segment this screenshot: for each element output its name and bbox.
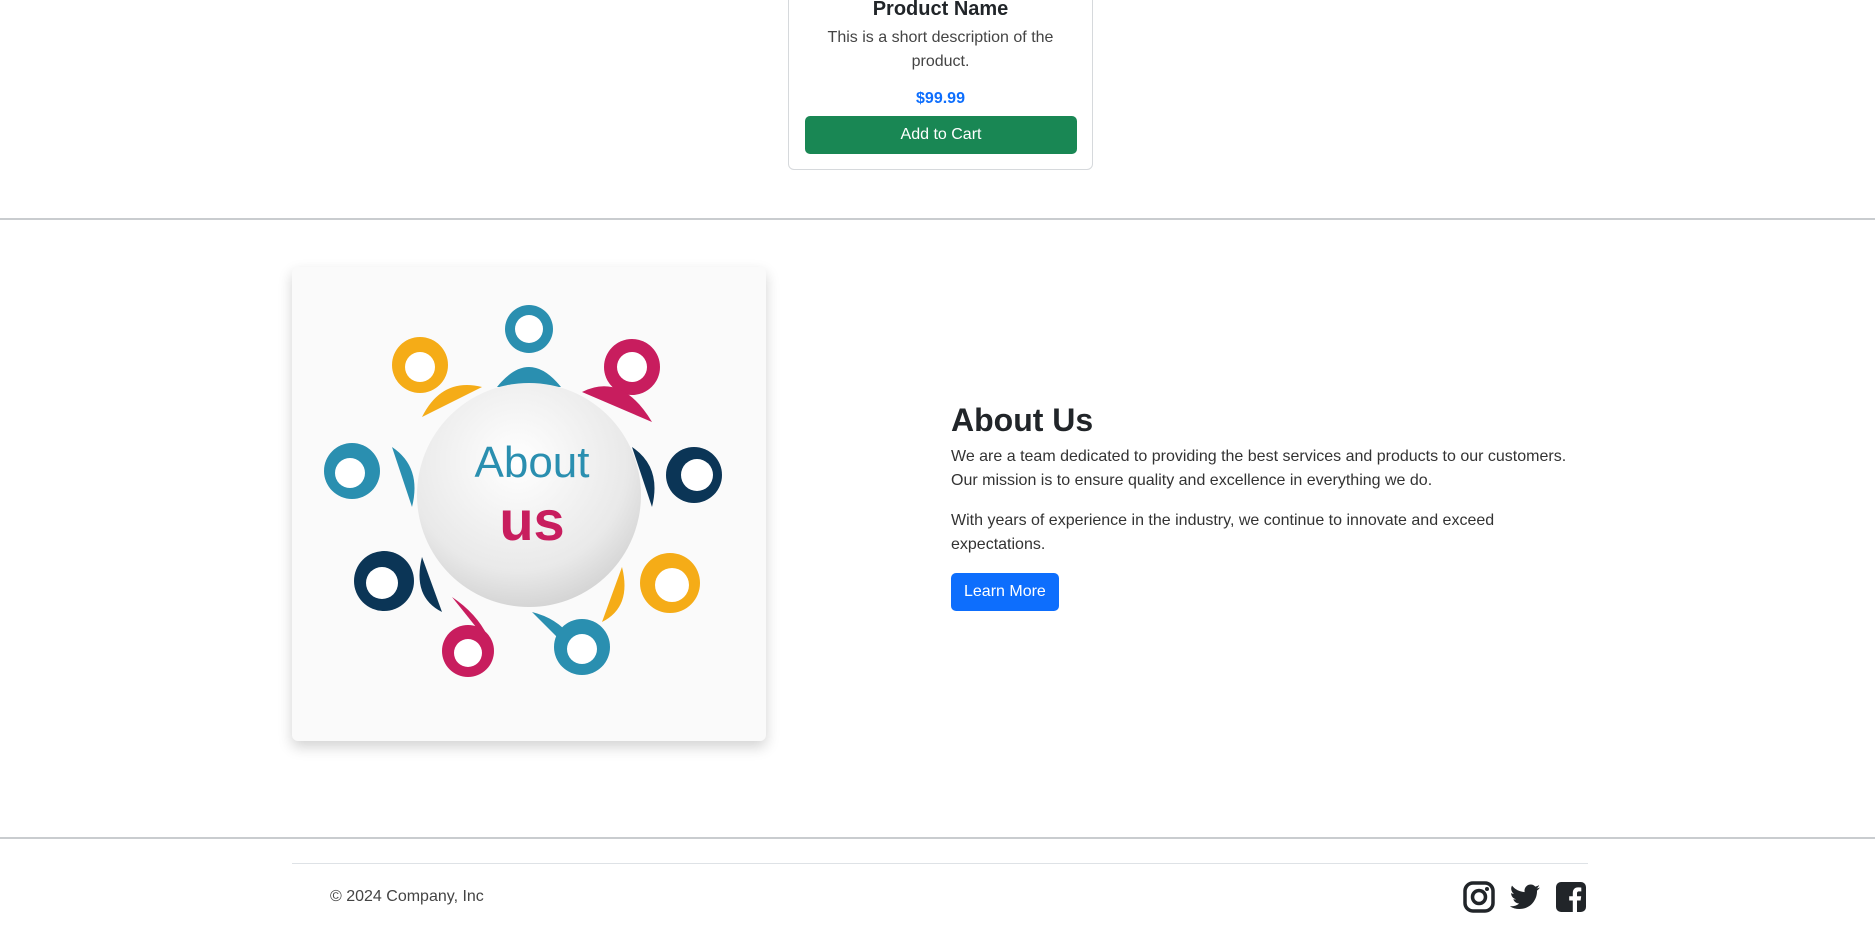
image-about-text: About	[475, 438, 590, 487]
product-price: $99.99	[916, 90, 965, 107]
section-divider	[0, 837, 1875, 839]
social-links	[1462, 880, 1588, 914]
facebook-icon[interactable]	[1554, 880, 1588, 914]
about-section: About Us We are a team dedicated to prov…	[951, 400, 1591, 611]
product-card: Product Name This is a short description…	[788, 0, 1093, 170]
instagram-icon[interactable]	[1462, 880, 1496, 914]
about-title: About Us	[951, 402, 1094, 438]
product-description: This is a short description of the produ…	[827, 29, 1054, 70]
twitter-icon[interactable]	[1508, 880, 1542, 914]
about-us-image: About us	[292, 267, 766, 741]
copyright-text: © 2024 Company, Inc	[330, 888, 484, 905]
about-paragraph-2: With years of experience in the industry…	[951, 512, 1495, 553]
learn-more-button[interactable]: Learn More	[951, 573, 1059, 611]
image-us-text: us	[499, 489, 564, 552]
add-to-cart-button[interactable]: Add to Cart	[805, 116, 1077, 154]
footer-divider	[292, 863, 1588, 864]
about-paragraph-1: We are a team dedicated to providing the…	[951, 448, 1567, 489]
product-name: Product Name	[872, 0, 1009, 20]
section-divider	[0, 218, 1875, 220]
